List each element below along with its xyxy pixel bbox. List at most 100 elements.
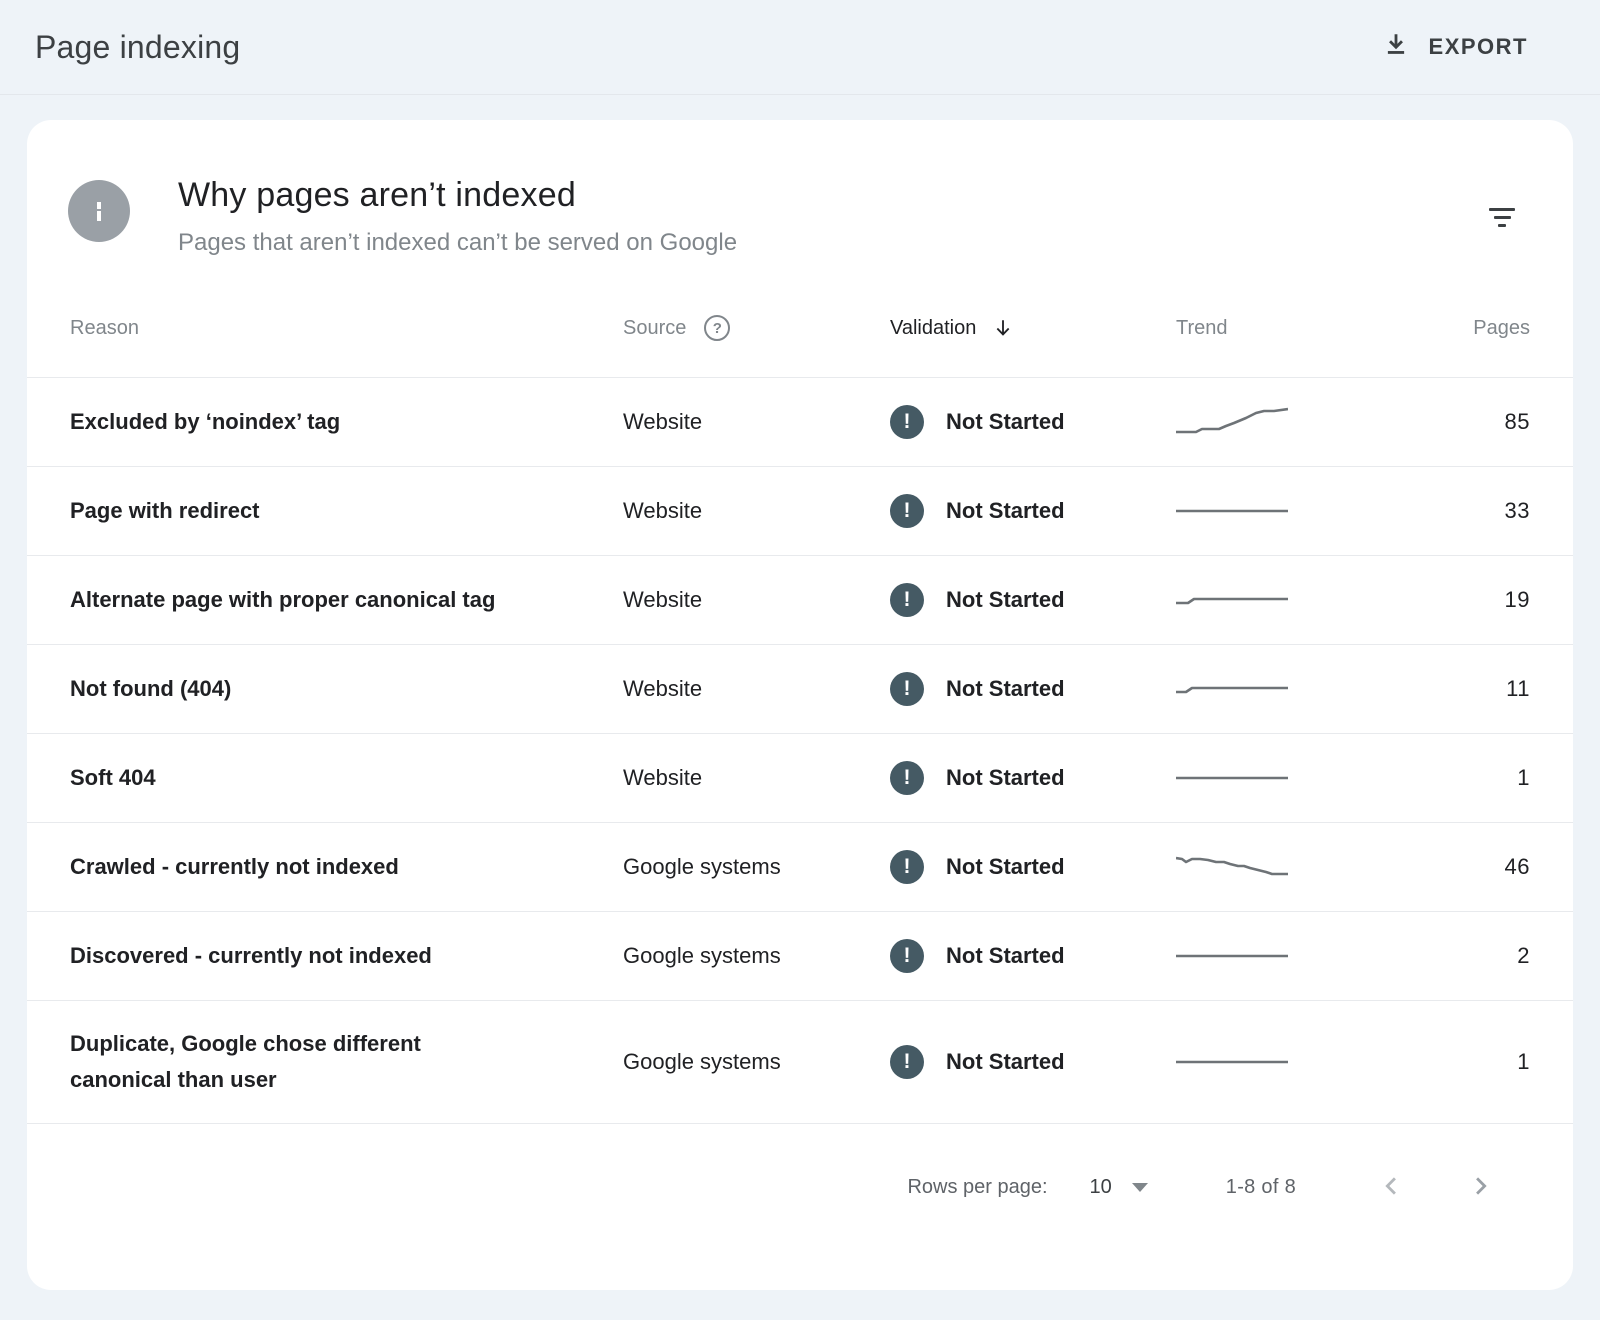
column-header-pages: Pages xyxy=(1473,317,1530,340)
validation-cell: Not Started xyxy=(890,405,1176,439)
reason-text: Alternate page with proper canonical tag xyxy=(70,587,495,612)
pages-count: 85 xyxy=(1505,409,1530,435)
validation-status: Not Started xyxy=(946,676,1065,702)
warning-badge-icon xyxy=(890,494,924,528)
source-cell: Website xyxy=(623,587,890,613)
filter-button[interactable] xyxy=(1479,198,1525,237)
source-cell: Website xyxy=(623,765,890,791)
pagination-range: 1-8 of 8 xyxy=(1226,1176,1296,1199)
source-cell: Google systems xyxy=(623,854,890,880)
source-cell: Website xyxy=(623,409,890,435)
trend-cell xyxy=(1176,582,1430,618)
source-text: Google systems xyxy=(623,854,781,879)
table-body: Excluded by ‘noindex’ tag Website Not St… xyxy=(27,378,1573,1124)
export-label: EXPORT xyxy=(1429,34,1528,60)
validation-cell: Not Started xyxy=(890,761,1176,795)
pages-count: 46 xyxy=(1505,854,1530,880)
reason-text: Duplicate, Google chose different canoni… xyxy=(70,1031,421,1092)
trend-cell xyxy=(1176,404,1430,440)
previous-page-button[interactable] xyxy=(1374,1168,1410,1207)
help-icon[interactable]: ? xyxy=(704,315,730,341)
validation-cell: Not Started xyxy=(890,850,1176,884)
pages-count: 11 xyxy=(1506,676,1530,702)
validation-status: Not Started xyxy=(946,409,1065,435)
reason-text: Page with redirect xyxy=(70,498,260,523)
table-footer: Rows per page: 10 1-8 of 8 xyxy=(27,1124,1573,1250)
source-text: Website xyxy=(623,765,702,790)
sort-descending-icon xyxy=(992,317,1014,339)
trend-cell xyxy=(1176,1044,1430,1080)
reason-cell: Crawled - currently not indexed xyxy=(70,849,623,885)
warning-badge-icon xyxy=(890,761,924,795)
trend-cell xyxy=(1176,849,1430,885)
trend-sparkline xyxy=(1176,938,1288,974)
source-text: Google systems xyxy=(623,1049,781,1074)
column-header-source: Source ? xyxy=(623,315,890,341)
table-row[interactable]: Alternate page with proper canonical tag… xyxy=(27,556,1573,645)
pages-count: 19 xyxy=(1505,587,1530,613)
source-cell: Google systems xyxy=(623,1049,890,1075)
trend-cell xyxy=(1176,671,1430,707)
export-button[interactable]: EXPORT xyxy=(1383,31,1528,63)
table-row[interactable]: Soft 404 Website Not Started 1 xyxy=(27,734,1573,823)
reason-text: Discovered - currently not indexed xyxy=(70,943,432,968)
card-header: Why pages aren’t indexed Pages that aren… xyxy=(27,120,1573,257)
rows-per-page-value: 10 xyxy=(1090,1176,1112,1199)
trend-sparkline xyxy=(1176,671,1288,707)
table-row[interactable]: Not found (404) Website Not Started 11 xyxy=(27,645,1573,734)
card-title: Why pages aren’t indexed xyxy=(178,176,1479,215)
validation-cell: Not Started xyxy=(890,939,1176,973)
pages-count: 1 xyxy=(1517,1049,1530,1075)
reason-cell: Alternate page with proper canonical tag xyxy=(70,582,623,618)
table-row[interactable]: Duplicate, Google chose different canoni… xyxy=(27,1001,1573,1124)
trend-cell xyxy=(1176,493,1430,529)
reason-cell: Excluded by ‘noindex’ tag xyxy=(70,404,623,440)
column-header-trend: Trend xyxy=(1176,317,1430,340)
topbar: Page indexing EXPORT xyxy=(0,0,1600,95)
source-text: Website xyxy=(623,409,702,434)
validation-status: Not Started xyxy=(946,765,1065,791)
reason-text: Crawled - currently not indexed xyxy=(70,854,399,879)
pages-count: 2 xyxy=(1517,943,1530,969)
trend-sparkline xyxy=(1176,849,1288,885)
trend-sparkline xyxy=(1176,760,1288,796)
validation-cell: Not Started xyxy=(890,672,1176,706)
chevron-left-icon xyxy=(1378,1172,1406,1200)
info-icon xyxy=(68,180,130,242)
card-titles: Why pages aren’t indexed Pages that aren… xyxy=(178,176,1479,257)
validation-cell: Not Started xyxy=(890,1045,1176,1079)
source-text: Website xyxy=(623,587,702,612)
reason-cell: Soft 404 xyxy=(70,760,623,796)
validation-status: Not Started xyxy=(946,854,1065,880)
validation-status: Not Started xyxy=(946,587,1065,613)
source-cell: Website xyxy=(623,676,890,702)
trend-cell xyxy=(1176,760,1430,796)
table-row[interactable]: Discovered - currently not indexed Googl… xyxy=(27,912,1573,1001)
validation-header-label: Validation xyxy=(890,317,976,340)
warning-badge-icon xyxy=(890,850,924,884)
source-text: Website xyxy=(623,498,702,523)
table-row[interactable]: Excluded by ‘noindex’ tag Website Not St… xyxy=(27,378,1573,467)
pages-count: 33 xyxy=(1505,498,1530,524)
filter-icon xyxy=(1489,208,1515,227)
column-header-validation[interactable]: Validation xyxy=(890,317,1176,340)
table-row[interactable]: Crawled - currently not indexed Google s… xyxy=(27,823,1573,912)
rows-per-page-select[interactable]: 10 xyxy=(1090,1176,1148,1199)
reason-cell: Discovered - currently not indexed xyxy=(70,938,623,974)
trend-sparkline xyxy=(1176,404,1288,440)
why-pages-arent-indexed-card: Why pages aren’t indexed Pages that aren… xyxy=(27,120,1573,1290)
dropdown-arrow-icon xyxy=(1132,1183,1148,1192)
validation-status: Not Started xyxy=(946,498,1065,524)
trend-cell xyxy=(1176,938,1430,974)
source-text: Google systems xyxy=(623,943,781,968)
source-cell: Google systems xyxy=(623,943,890,969)
next-page-button[interactable] xyxy=(1462,1168,1498,1207)
reason-text: Not found (404) xyxy=(70,676,231,701)
table-header: Reason Source ? Validation Trend Pages xyxy=(27,257,1573,378)
source-cell: Website xyxy=(623,498,890,524)
validation-status: Not Started xyxy=(946,943,1065,969)
warning-badge-icon xyxy=(890,1045,924,1079)
table-row[interactable]: Page with redirect Website Not Started 3… xyxy=(27,467,1573,556)
reason-text: Soft 404 xyxy=(70,765,156,790)
page-title: Page indexing xyxy=(35,29,240,66)
